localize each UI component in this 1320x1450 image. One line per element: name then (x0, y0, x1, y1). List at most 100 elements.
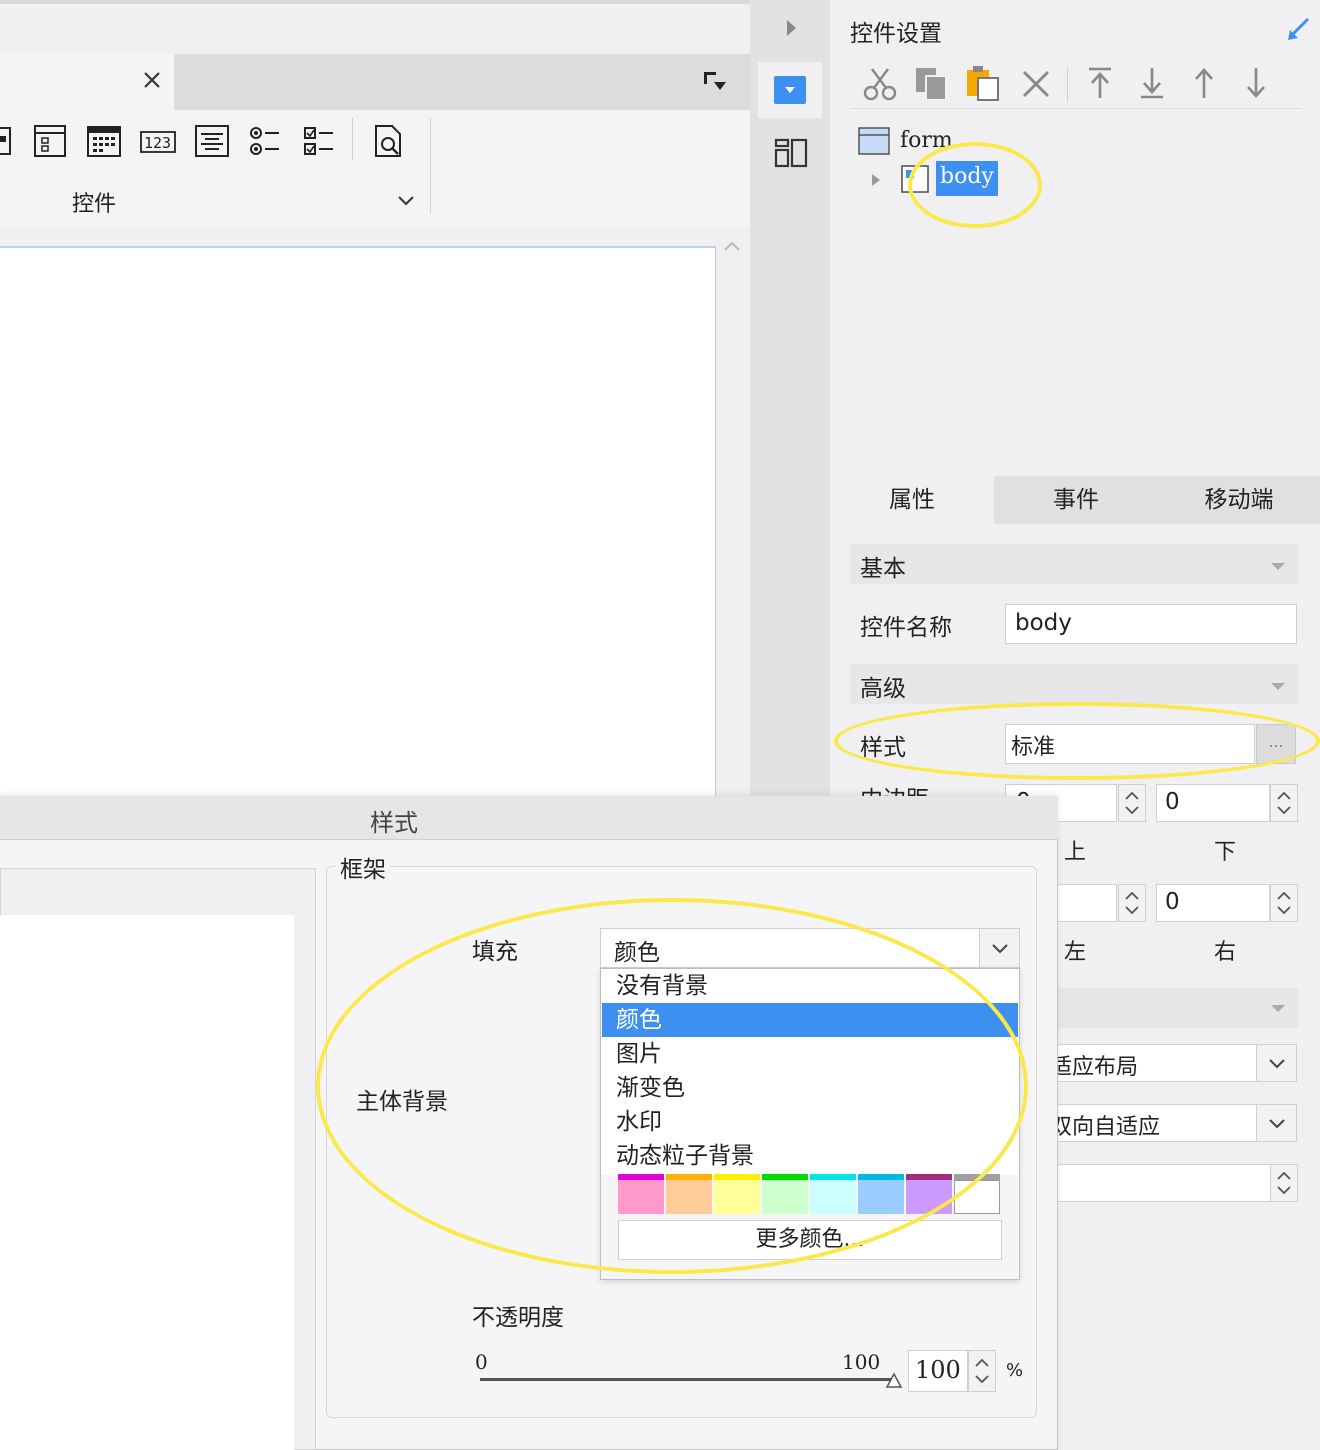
section-basic-label: 基本 (860, 556, 906, 582)
section-advanced[interactable]: 高级 (850, 664, 1298, 704)
checkbox-group-icon[interactable] (303, 124, 335, 158)
tree-node-form[interactable]: form (900, 128, 953, 153)
body-bg-label: 主体背景 (356, 1089, 448, 1115)
style-label: 样式 (860, 735, 906, 761)
svg-text:123: 123 (144, 134, 171, 152)
delete-icon[interactable] (1020, 68, 1052, 100)
textarea-widget-icon[interactable] (195, 124, 229, 158)
padding-left-stepper[interactable] (1118, 884, 1146, 922)
form-node-icon (858, 126, 890, 156)
move-up-icon[interactable] (1190, 66, 1218, 100)
color-swatch[interactable] (762, 1180, 808, 1214)
name-field-value: body (1015, 610, 1072, 636)
canvas-scrollbar[interactable] (717, 232, 747, 800)
widget-partial-icon[interactable] (0, 124, 14, 158)
tab-mobile[interactable]: 移动端 (1158, 476, 1320, 524)
pin-icon[interactable] (1286, 16, 1312, 42)
body-node-icon (900, 164, 930, 194)
fill-select[interactable]: 颜色 (600, 928, 1020, 968)
more-colors-button[interactable]: 更多颜色... (618, 1220, 1002, 1260)
layout-tab-icon[interactable] (774, 138, 808, 168)
move-to-top-icon[interactable] (1086, 66, 1114, 100)
radio-group-icon[interactable] (249, 124, 281, 158)
expand-right-icon[interactable] (784, 18, 798, 38)
edit-toolbar-separator (850, 108, 1302, 109)
cut-icon[interactable] (862, 66, 898, 102)
name-label: 控件名称 (860, 615, 952, 641)
padding-right-value: 0 (1165, 889, 1180, 915)
color-swatch[interactable] (954, 1180, 1000, 1214)
panel-title: 控件设置 (850, 21, 942, 47)
color-swatch[interactable] (906, 1180, 952, 1214)
chevron-down-icon (1256, 1105, 1296, 1141)
scroll-up-icon[interactable] (721, 238, 743, 254)
tab-menu-icon[interactable] (702, 70, 728, 92)
color-swatch[interactable] (810, 1180, 856, 1214)
design-canvas[interactable] (0, 246, 716, 800)
padding-right-stepper[interactable] (1270, 884, 1298, 922)
frame-group-title: 框架 (336, 850, 390, 884)
layout-select-value: 适应布局 (1050, 1055, 1139, 1080)
color-swatch[interactable] (666, 1180, 712, 1214)
section-advanced-label: 高级 (860, 676, 906, 702)
option-watermark[interactable]: 水印 (602, 1105, 1018, 1139)
opacity-unit: % (1006, 1360, 1024, 1381)
collapse-icon (1271, 563, 1285, 570)
collapse-icon (1271, 1005, 1285, 1012)
edit-toolbar-divider (1067, 68, 1068, 102)
toolbar-divider (352, 118, 353, 160)
option-image[interactable]: 图片 (602, 1037, 1018, 1071)
label-bottom: 下 (1214, 840, 1237, 865)
option-gradient[interactable]: 渐变色 (602, 1071, 1018, 1105)
tree-node-body[interactable]: body (936, 161, 998, 196)
numeric-stepper[interactable] (1270, 1164, 1298, 1202)
move-down-icon[interactable] (1242, 66, 1270, 100)
label-top: 上 (1064, 840, 1087, 865)
adaptive-select-value: 双向自适应 (1050, 1115, 1161, 1140)
style-more-button[interactable]: ... (1256, 724, 1296, 764)
number-widget-icon[interactable]: 123 (140, 130, 176, 154)
tab-properties[interactable]: 属性 (830, 476, 994, 524)
opacity-label: 不透明度 (472, 1305, 564, 1331)
paste-icon[interactable] (964, 64, 1002, 102)
color-swatch[interactable] (858, 1180, 904, 1214)
fill-select-value: 颜色 (614, 940, 660, 966)
move-to-bottom-icon[interactable] (1138, 66, 1166, 100)
padding-right-field[interactable]: 0 (1156, 884, 1270, 922)
padding-bottom-stepper[interactable] (1270, 784, 1298, 822)
toolbar-group-label: 控件 (72, 192, 117, 217)
preview-icon[interactable] (374, 124, 404, 158)
option-particle-background[interactable]: 动态粒子背景 (602, 1139, 1018, 1173)
form-widget-icon[interactable] (34, 124, 66, 158)
side-strip (750, 0, 830, 800)
option-color[interactable]: 颜色 (602, 1003, 1018, 1037)
dialog-title: 样式 (370, 809, 418, 837)
opacity-stepper[interactable] (968, 1350, 996, 1392)
dialog-titlebar[interactable]: 样式 (0, 796, 1058, 840)
option-no-background[interactable]: 没有背景 (602, 969, 1018, 1003)
chevron-down-icon (1256, 1045, 1296, 1081)
color-swatch[interactable] (618, 1180, 664, 1214)
slider-min-label: 0 (475, 1350, 488, 1374)
opacity-slider[interactable] (480, 1378, 894, 1381)
date-widget-icon[interactable] (87, 124, 121, 158)
close-tab-icon[interactable] (142, 70, 162, 90)
section-basic[interactable]: 基本 (850, 544, 1298, 584)
color-swatch[interactable] (714, 1180, 760, 1214)
tab-events[interactable]: 事件 (994, 476, 1158, 524)
chevron-down-icon[interactable] (396, 194, 416, 208)
opacity-input[interactable]: 100 (908, 1350, 968, 1392)
chevron-down-icon (979, 929, 1019, 967)
opacity-input-value: 100 (915, 1356, 961, 1384)
style-field[interactable]: 标准 (1005, 724, 1255, 764)
padding-bottom-field[interactable]: 0 (1156, 784, 1270, 822)
copy-icon[interactable] (914, 66, 950, 102)
label-left: 左 (1064, 940, 1087, 965)
tree-expand-icon[interactable] (870, 172, 882, 188)
padding-bottom-value: 0 (1165, 789, 1180, 815)
opacity-slider-thumb[interactable] (885, 1372, 903, 1390)
side-tab-active[interactable] (758, 62, 822, 118)
name-field[interactable]: body (1005, 604, 1297, 644)
padding-top-stepper[interactable] (1118, 784, 1146, 822)
style-field-value: 标准 (1011, 735, 1056, 760)
